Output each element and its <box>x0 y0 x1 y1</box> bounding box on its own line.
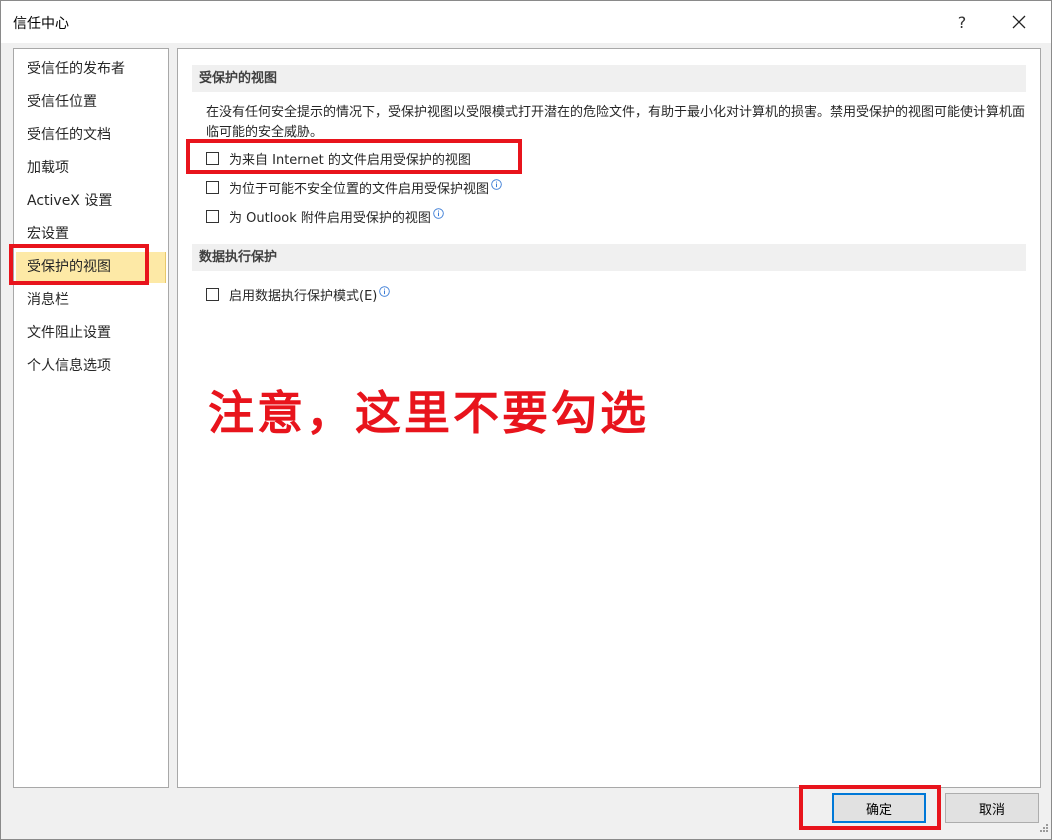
info-icon[interactable] <box>433 207 444 219</box>
title-bar: 信任中心 ? <box>1 1 1051 43</box>
section-header-dep: 数据执行保护 <box>192 244 1026 271</box>
nav-item-privacy-options[interactable]: 个人信息选项 <box>16 351 166 382</box>
nav-item-activex-settings[interactable]: ActiveX 设置 <box>16 186 166 217</box>
close-button[interactable] <box>1001 7 1037 37</box>
settings-panel: 受保护的视图 在没有任何安全提示的情况下，受保护视图以受限模式打开潜在的危险文件… <box>177 48 1041 788</box>
option-unsafe-locations[interactable]: 为位于可能不安全位置的文件启用受保护视图 <box>206 178 502 197</box>
ok-button[interactable]: 确定 <box>832 793 926 823</box>
checkbox-internet-files[interactable] <box>206 151 219 165</box>
protected-view-description: 在没有任何安全提示的情况下，受保护视图以受限模式打开潜在的危险文件，有助于最小化… <box>206 105 1026 140</box>
section-header-protected-view: 受保护的视图 <box>192 65 1026 92</box>
info-icon[interactable] <box>379 285 391 297</box>
option-internet-files[interactable]: 为来自 Internet 的文件启用受保护的视图 <box>206 149 471 168</box>
category-list: 受信任的发布者 受信任位置 受信任的文档 加载项 ActiveX 设置 宏设置 … <box>13 48 169 788</box>
trust-center-dialog: 信任中心 ? 受信任的发布者 受信任位置 受信任的文档 加载项 ActiveX … <box>0 0 1052 840</box>
option-outlook-attachments-label: 为 Outlook 附件启用受保护的视图 <box>229 210 431 226</box>
dialog-title: 信任中心 <box>13 16 69 32</box>
checkbox-dep-mode[interactable] <box>206 287 219 301</box>
info-icon[interactable] <box>491 178 502 190</box>
option-outlook-attachments[interactable]: 为 Outlook 附件启用受保护的视图 <box>206 207 444 226</box>
option-dep-mode[interactable]: 启用数据执行保护模式(E) <box>206 285 391 304</box>
cancel-button[interactable]: 取消 <box>945 793 1039 823</box>
nav-item-file-block-settings[interactable]: 文件阻止设置 <box>16 318 166 349</box>
checkbox-outlook-attachments[interactable] <box>206 209 219 223</box>
option-unsafe-locations-label: 为位于可能不安全位置的文件启用受保护视图 <box>229 181 490 197</box>
nav-item-add-ins[interactable]: 加载项 <box>16 153 166 184</box>
resize-grip-icon[interactable] <box>1037 823 1049 835</box>
annotation-note: 注意，这里不要勾选 <box>208 386 649 440</box>
close-icon <box>1012 15 1026 29</box>
help-button[interactable]: ? <box>945 7 979 37</box>
nav-item-trusted-documents[interactable]: 受信任的文档 <box>16 120 166 151</box>
option-dep-mode-label: 启用数据执行保护模式(E) <box>229 288 378 304</box>
checkbox-unsafe-locations[interactable] <box>206 180 219 194</box>
nav-item-macro-settings[interactable]: 宏设置 <box>16 219 166 250</box>
nav-item-trusted-locations[interactable]: 受信任位置 <box>16 87 166 118</box>
nav-item-trusted-publishers[interactable]: 受信任的发布者 <box>16 54 166 85</box>
nav-item-protected-view[interactable]: 受保护的视图 <box>16 252 166 283</box>
option-internet-files-label: 为来自 Internet 的文件启用受保护的视图 <box>229 152 471 168</box>
nav-item-message-bar[interactable]: 消息栏 <box>16 285 166 316</box>
